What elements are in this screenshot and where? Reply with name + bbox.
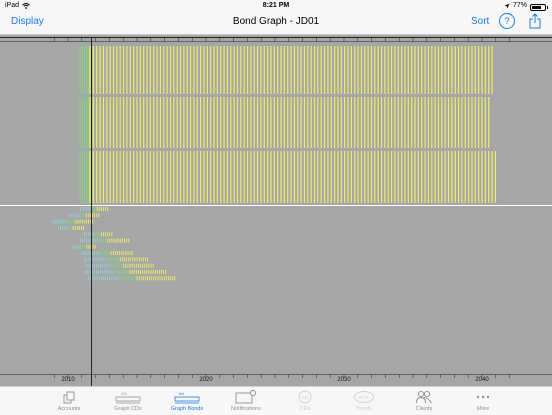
tab-label: Clients: [415, 406, 433, 412]
svg-text:CD: CD: [121, 391, 127, 396]
sort-button[interactable]: Sort: [471, 16, 489, 27]
clients-icon: [416, 390, 432, 404]
x-axis-year: 2030: [337, 377, 351, 383]
battery-icon: [530, 3, 548, 11]
accounts-icon: [63, 391, 75, 404]
cds-icon: CD: [298, 390, 312, 404]
tab-clients[interactable]: Clients: [394, 387, 454, 415]
notifications-icon: [235, 390, 257, 404]
x-axis-year: 2020: [199, 377, 213, 383]
status-time: 8:21 PM: [262, 2, 290, 9]
svg-text:Bond: Bond: [359, 395, 368, 400]
svg-text:bxt: bxt: [179, 391, 185, 396]
location-icon: [504, 3, 510, 9]
battery-fill: [532, 5, 542, 9]
bond-graph-canvas: [0, 37, 552, 386]
graph-bonds-icon: bxt: [174, 391, 200, 404]
status-bar: iPad 8:21 PM 77%: [0, 0, 552, 12]
tab-label: Bonds: [356, 406, 372, 412]
x-axis-year: 2010: [61, 377, 75, 383]
battery-percent: 77%: [512, 2, 527, 9]
more-icon: [476, 395, 490, 399]
tab-label: Notifications: [231, 406, 261, 412]
tab-label: More: [476, 406, 490, 412]
graph-cds-icon: CD: [115, 391, 141, 404]
x-axis-year: 2040: [475, 377, 489, 383]
bond-graph[interactable]: 2010 2020 2030 2040: [0, 35, 552, 386]
tab-bar: Accounts CD Graph CDs bxt Graph Bonds No…: [0, 386, 552, 415]
navigation-bar: Display Bond Graph - JD01 Sort ?: [0, 12, 552, 35]
tab-label: Graph CDs: [114, 406, 142, 412]
svg-text:CD: CD: [302, 395, 309, 400]
tab-notifications[interactable]: Notifications: [216, 387, 276, 415]
tab-label: Accounts: [57, 406, 81, 412]
tab-more[interactable]: More: [453, 387, 513, 415]
tab-bonds[interactable]: Bond Bonds: [334, 387, 394, 415]
help-icon: ?: [504, 16, 510, 26]
page-title: Bond Graph - JD01: [232, 16, 320, 27]
tab-graph-bonds[interactable]: bxt Graph Bonds: [157, 387, 217, 415]
tab-cds[interactable]: CD CDs: [275, 387, 335, 415]
status-right: 77%: [504, 0, 548, 12]
tab-label: Graph Bonds: [170, 406, 204, 412]
bonds-icon: Bond: [354, 391, 374, 403]
tab-label: CDs: [299, 406, 311, 412]
tab-accounts[interactable]: Accounts: [39, 387, 99, 415]
tab-graph-cds[interactable]: CD Graph CDs: [98, 387, 158, 415]
help-button[interactable]: ?: [499, 13, 515, 29]
share-icon[interactable]: [528, 13, 542, 29]
